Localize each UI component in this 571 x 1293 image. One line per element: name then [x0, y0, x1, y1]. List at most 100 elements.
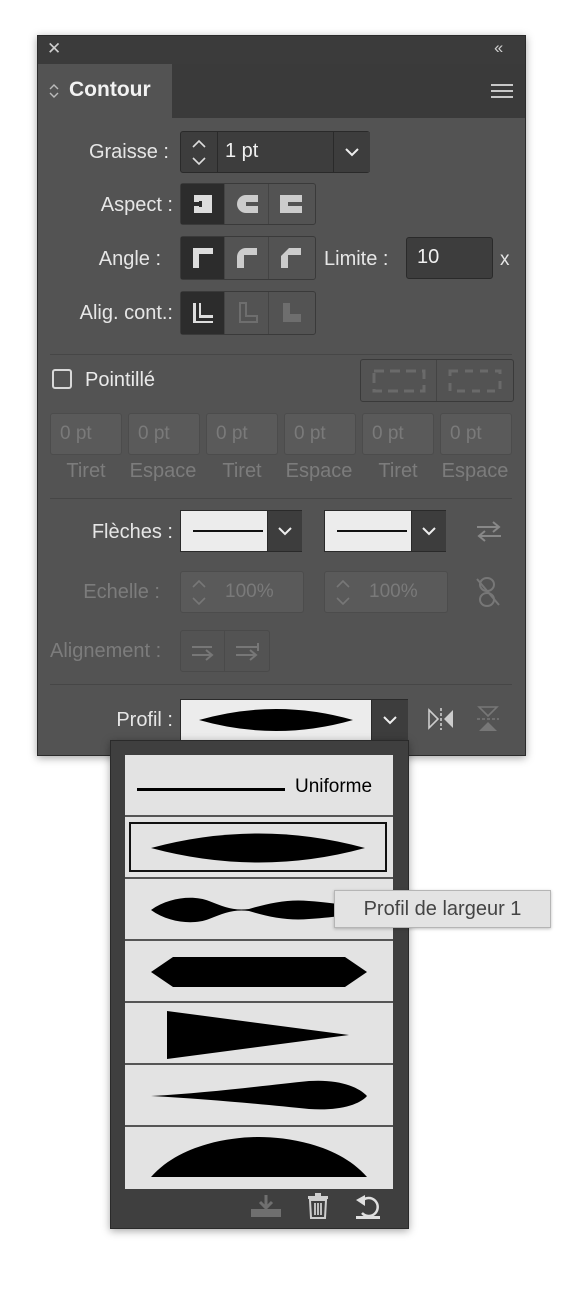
start-scale-field[interactable]: 100%: [180, 571, 304, 613]
preserve-dash-button[interactable]: [361, 360, 437, 401]
profile-dropdown-button[interactable]: [371, 700, 408, 740]
gap-value: 0 pt: [450, 423, 482, 444]
gap-caption: Espace: [129, 460, 197, 482]
flip-across-icon[interactable]: [475, 704, 501, 734]
round-cap-button[interactable]: [225, 184, 269, 224]
weight-input[interactable]: 1 pt: [225, 140, 258, 163]
round-join-button[interactable]: [225, 237, 269, 279]
dash-caption: Tiret: [66, 460, 106, 482]
arrowheads-label: Flèches :: [91, 521, 173, 543]
updown-icon: [49, 84, 59, 98]
corner-group: [180, 236, 316, 280]
reset-profile-icon[interactable]: [354, 1193, 382, 1219]
close-icon[interactable]: ✕: [47, 39, 61, 59]
weight-dropdown-button[interactable]: [333, 132, 370, 172]
stepper-icon: [192, 139, 206, 166]
trash-icon[interactable]: [306, 1193, 330, 1219]
chevron-down-icon: [345, 148, 359, 157]
gap-value: 0 pt: [138, 423, 170, 444]
weight-label: Graisse :: [88, 141, 169, 163]
arrow-alignment-group: [180, 630, 270, 672]
start-arrowhead-select[interactable]: [180, 510, 302, 552]
align-center-icon: [192, 303, 213, 323]
align-inside-icon: [238, 302, 258, 323]
dashed-checkbox[interactable]: [52, 369, 72, 389]
profile-shape: [151, 1080, 367, 1110]
limit-unit: x: [500, 249, 510, 270]
start-arrowhead-dropdown[interactable]: [267, 511, 302, 551]
align-inside-button[interactable]: [225, 292, 269, 334]
line-preview: [337, 530, 407, 532]
weight-stepper[interactable]: [181, 132, 218, 172]
dash-value: 0 pt: [60, 423, 92, 444]
gap-value: 0 pt: [294, 423, 326, 444]
dash-value: 0 pt: [216, 423, 248, 444]
dashed-label: Pointillé: [85, 369, 156, 391]
end-scale-value: 100%: [369, 581, 418, 602]
stepper-icon: [192, 579, 206, 606]
gap-caption: Espace: [441, 460, 509, 482]
dash-caption: Tiret: [222, 460, 262, 482]
limit-field[interactable]: 10: [406, 237, 493, 279]
profile-option-width-1[interactable]: [125, 817, 393, 878]
align-outside-button[interactable]: [269, 292, 313, 334]
dash-field-2[interactable]: 0 pt: [206, 413, 278, 455]
arrow-extend-button[interactable]: [181, 631, 225, 671]
scale-label: Echelle :: [83, 581, 160, 603]
align-outside-icon: [283, 303, 301, 322]
butt-cap-button[interactable]: [181, 184, 225, 224]
chevron-down-icon: [422, 527, 436, 536]
end-arrowhead-dropdown[interactable]: [411, 511, 446, 551]
end-scale-field[interactable]: 100%: [324, 571, 448, 613]
profile-shape: [151, 833, 365, 863]
round-join-icon: [236, 248, 257, 268]
dash-field-1[interactable]: 0 pt: [50, 413, 122, 455]
limit-label: Limite :: [324, 248, 389, 270]
arrow-place-button[interactable]: [225, 631, 269, 671]
bevel-join-icon: [281, 248, 301, 268]
stroke-panel: ✕ ‹‹ Contour Graisse : 1 pt Aspect : Ang…: [37, 35, 526, 756]
separator: [50, 498, 512, 499]
dash-style-group: [360, 359, 514, 402]
square-cap-button[interactable]: [269, 184, 313, 224]
link-scale-icon[interactable]: [475, 575, 501, 609]
dash-field-3[interactable]: 0 pt: [362, 413, 434, 455]
profile-shape: [151, 957, 367, 987]
chevron-down-icon: [278, 527, 292, 536]
profile-option-width-6[interactable]: [125, 1127, 393, 1189]
separator: [50, 684, 512, 685]
cap-group: [180, 183, 316, 225]
profile-shape: [167, 1011, 349, 1059]
gap-caption: Espace: [285, 460, 353, 482]
tab-contour[interactable]: Contour: [38, 64, 172, 118]
menu-icon[interactable]: [491, 83, 513, 99]
flip-along-icon[interactable]: [426, 706, 456, 732]
dash-align-icon: [448, 369, 502, 392]
add-to-profile-icon[interactable]: [249, 1193, 283, 1219]
butt-cap-icon: [189, 195, 212, 213]
profile-option-label: Uniforme: [295, 776, 373, 797]
profile-select[interactable]: [180, 699, 408, 741]
align-stroke-group: [180, 291, 316, 335]
bevel-join-button[interactable]: [269, 237, 313, 279]
profile-option-uniform[interactable]: Uniforme: [125, 755, 393, 816]
dash-corners-icon: [372, 369, 425, 392]
profile-option-width-4[interactable]: [125, 1003, 393, 1064]
align-center-button[interactable]: [181, 292, 225, 334]
collapse-icon[interactable]: ‹‹: [494, 38, 503, 58]
profile-option-width-5[interactable]: [125, 1065, 393, 1126]
end-arrowhead-select[interactable]: [324, 510, 446, 552]
miter-join-button[interactable]: [181, 237, 225, 279]
gap-field-2[interactable]: 0 pt: [284, 413, 356, 455]
align-dash-button[interactable]: [437, 360, 513, 401]
profile-preview: [199, 709, 353, 731]
swap-arrows-icon[interactable]: [475, 519, 503, 543]
limit-input[interactable]: 10: [417, 246, 439, 269]
gap-field-1[interactable]: 0 pt: [128, 413, 200, 455]
cap-label: Aspect :: [100, 194, 173, 216]
separator: [50, 354, 512, 355]
profile-option-width-3[interactable]: [125, 941, 393, 1002]
start-scale-value: 100%: [225, 581, 274, 602]
profile-dropdown-list: Uniforme: [110, 740, 409, 1229]
gap-field-3[interactable]: 0 pt: [440, 413, 512, 455]
